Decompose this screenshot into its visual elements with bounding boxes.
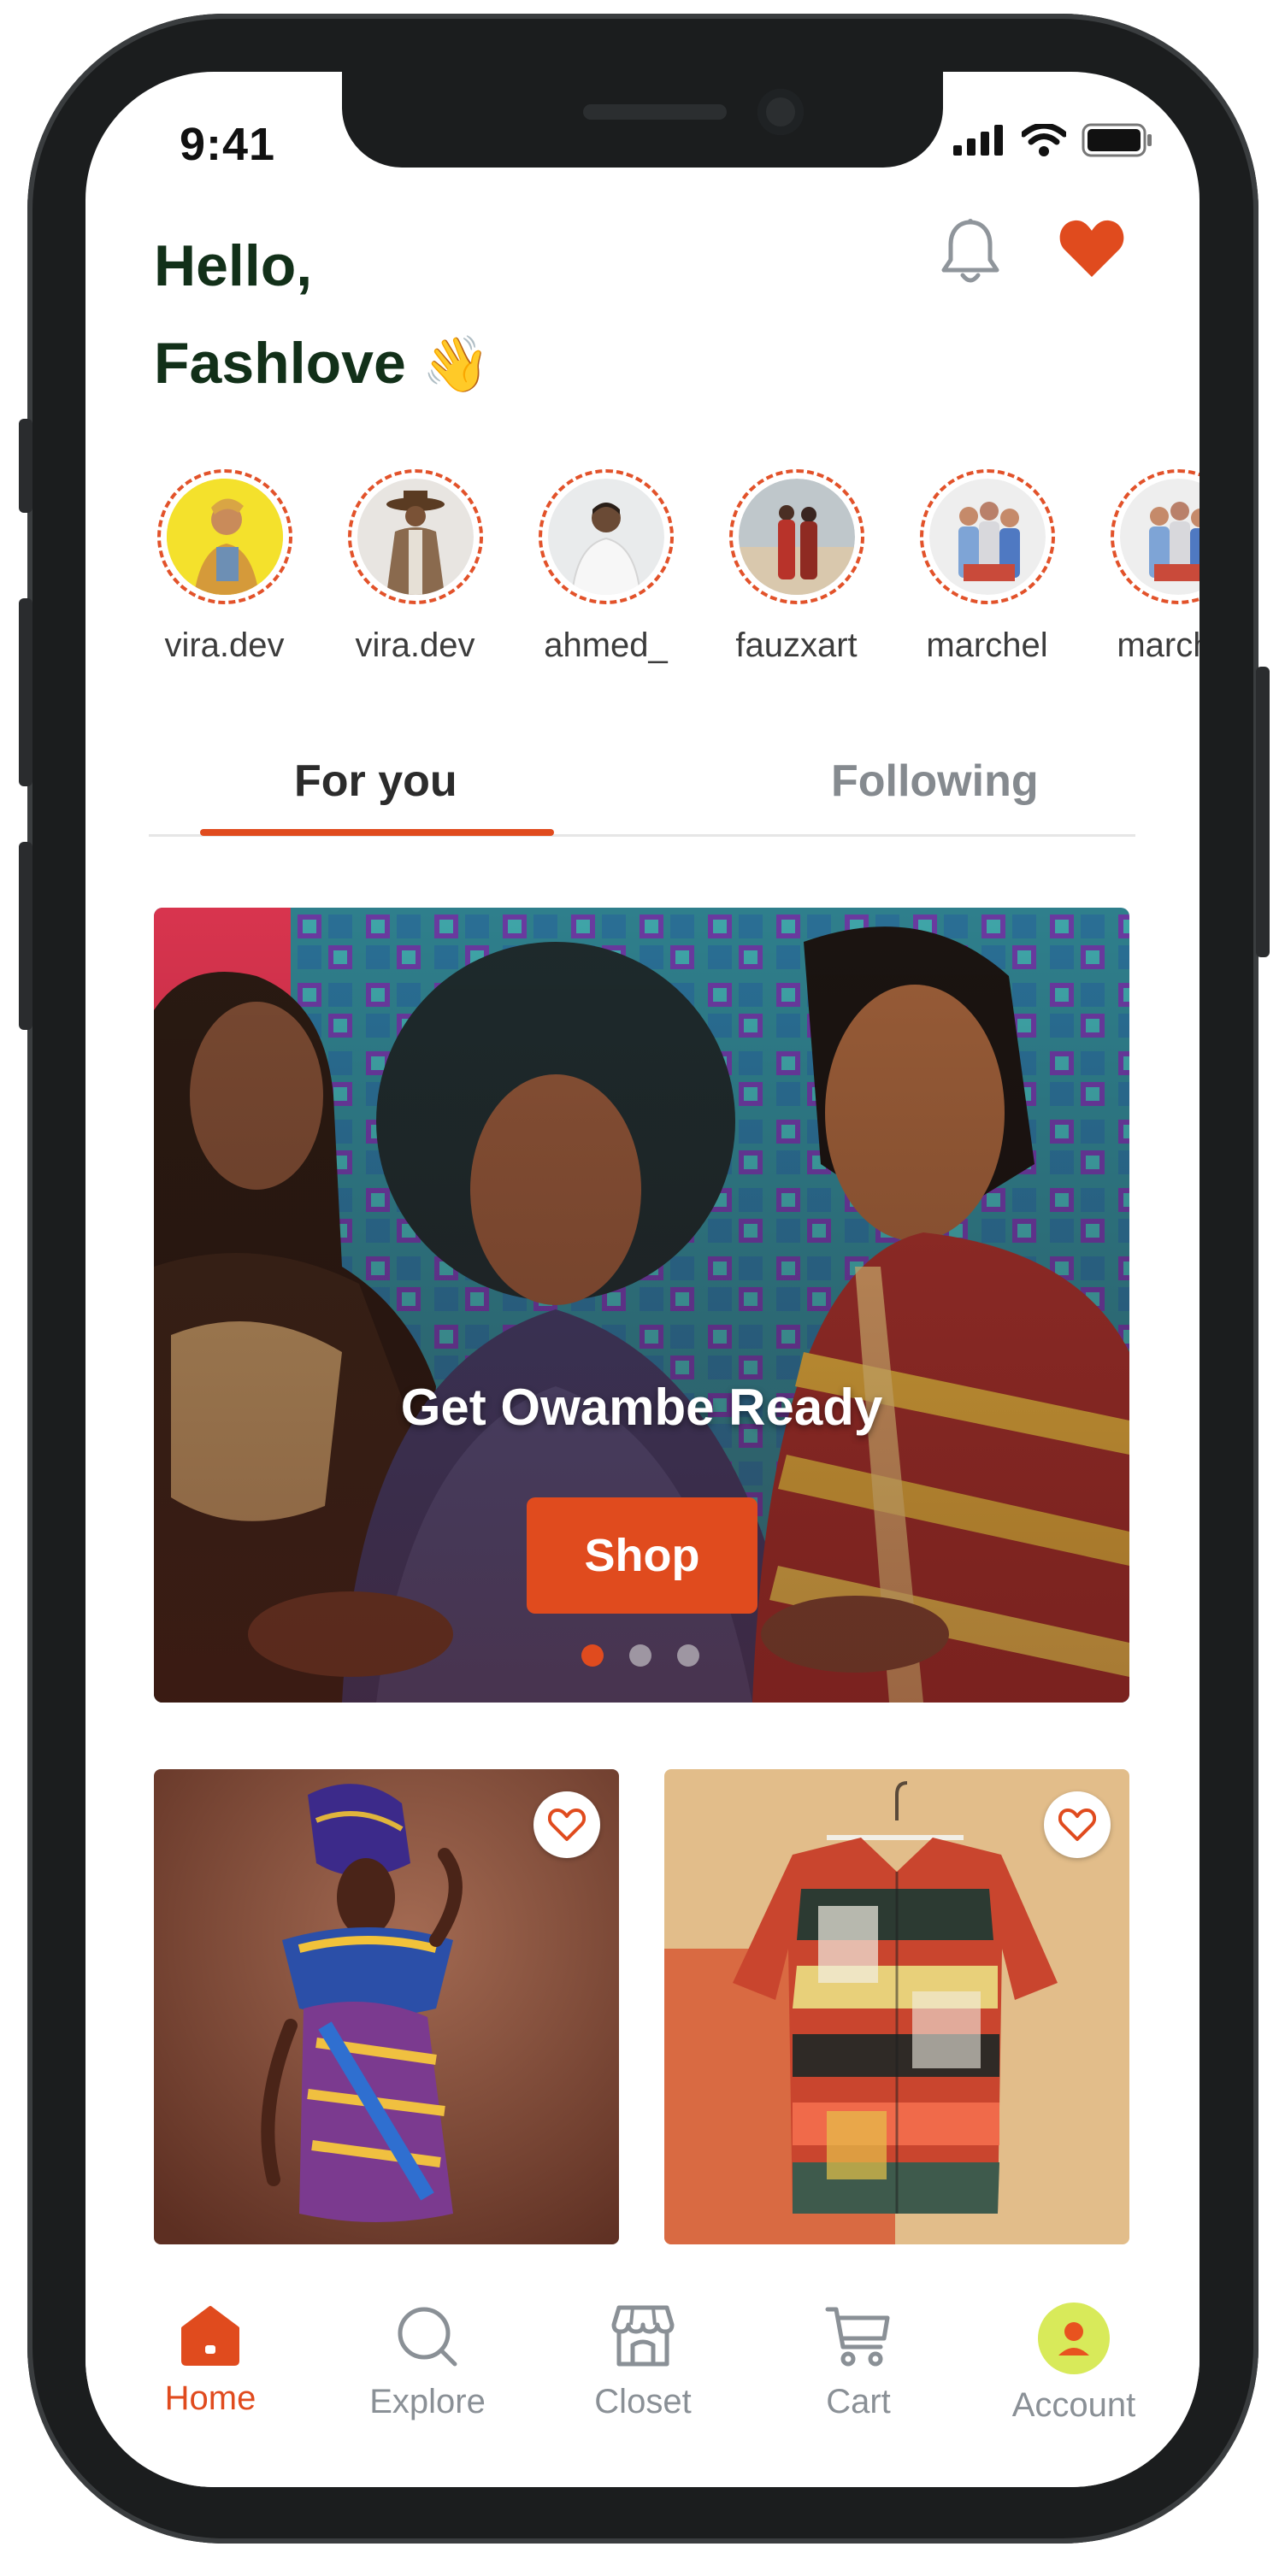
story-avatar [547, 479, 664, 595]
feed-tabs: For you Following [149, 756, 1135, 837]
tab-following[interactable]: Following [831, 756, 1039, 807]
story-username: vira.dev [355, 626, 475, 664]
volume-down-button [19, 842, 32, 1030]
story-ring [156, 469, 292, 604]
notch [342, 72, 943, 168]
nav-account[interactable]: Account [971, 2303, 1176, 2425]
status-icons [953, 123, 1153, 157]
banner-title: Get Owambe Ready [400, 1379, 883, 1436]
tab-for-you[interactable]: For you [294, 756, 457, 807]
story-item[interactable]: ahmed_ [535, 469, 676, 665]
wishlist-button[interactable] [1058, 217, 1126, 283]
carousel-dot[interactable] [629, 1644, 651, 1667]
shop-button[interactable]: Shop [527, 1497, 757, 1614]
front-camera [757, 89, 804, 135]
heart-filled-icon [1059, 220, 1124, 277]
story-ring [538, 469, 674, 604]
home-icon [181, 2306, 239, 2366]
story-avatar [928, 479, 1046, 595]
story-ring [347, 469, 483, 604]
story-item[interactable]: vira.dev [345, 469, 486, 665]
story-username: fauzxart [735, 626, 858, 664]
story-ring [919, 469, 1055, 604]
story-username: ahmed_ [544, 626, 668, 664]
mute-switch [19, 419, 32, 513]
nav-label: Explore [369, 2383, 486, 2420]
nav-label: Closet [594, 2383, 692, 2420]
product-card[interactable] [664, 1769, 1129, 2244]
story-avatar [357, 479, 474, 595]
story-ring [1110, 469, 1200, 604]
story-username: marchel [1117, 626, 1200, 664]
power-button [1256, 667, 1270, 957]
story-item[interactable]: marchel [1107, 469, 1200, 665]
story-item[interactable]: fauzxart [726, 469, 867, 665]
nav-cart[interactable]: Cart [756, 2303, 961, 2421]
speaker [583, 104, 727, 120]
notifications-button[interactable] [940, 217, 1000, 290]
account-avatar-icon [1038, 2303, 1110, 2374]
volume-up-button [19, 598, 32, 786]
nav-label: Home [164, 2379, 256, 2417]
greeting-line-1: Hello, [154, 233, 313, 298]
carousel-dot-active[interactable] [581, 1644, 604, 1667]
carousel-dot[interactable] [677, 1644, 699, 1667]
carousel-dots [581, 1644, 699, 1667]
greeting-line-2: Fashlove 👋 [154, 315, 490, 414]
app-screen: 9:41 Hello, Fashlove 👋 vira.dev vira.dev… [85, 72, 1200, 2487]
signal-icon [953, 125, 1003, 156]
bell-icon [941, 219, 999, 283]
promo-banner[interactable]: Get Owambe Ready Shop [154, 908, 1129, 1703]
nav-explore[interactable]: Explore [325, 2303, 530, 2421]
cart-icon [825, 2307, 890, 2367]
heart-outline-icon [548, 1808, 586, 1841]
story-avatar [738, 479, 855, 595]
story-avatar [166, 479, 283, 595]
closet-store-icon [611, 2305, 675, 2367]
favorite-button[interactable] [533, 1791, 600, 1858]
wave-emoji: 👋 [421, 333, 491, 397]
greeting-name: Fashlove [154, 331, 406, 396]
battery-icon [1082, 123, 1152, 157]
wifi-icon [1022, 124, 1066, 156]
story-username: vira.dev [164, 626, 285, 664]
story-ring [728, 469, 864, 604]
nav-label: Cart [826, 2383, 891, 2420]
nav-home[interactable]: Home [108, 2303, 313, 2418]
heart-outline-icon [1058, 1808, 1096, 1841]
status-time: 9:41 [180, 119, 276, 170]
favorite-button[interactable] [1044, 1791, 1111, 1858]
search-icon [398, 2307, 457, 2367]
nav-closet[interactable]: Closet [540, 2303, 746, 2421]
story-item[interactable]: marchel [917, 469, 1058, 665]
nav-label: Account [1011, 2386, 1136, 2424]
active-tab-indicator [200, 829, 554, 836]
story-item[interactable]: vira.dev [154, 469, 295, 665]
stories-row: vira.dev vira.dev ahmed_ fauzxart marche… [154, 469, 1200, 665]
greeting: Hello, Fashlove 👋 [154, 217, 490, 414]
product-card[interactable] [154, 1769, 619, 2244]
bottom-navigation: Home Explore Closet Cart Account [85, 2285, 1200, 2487]
story-avatar [1119, 479, 1200, 595]
story-username: marchel [926, 626, 1048, 664]
